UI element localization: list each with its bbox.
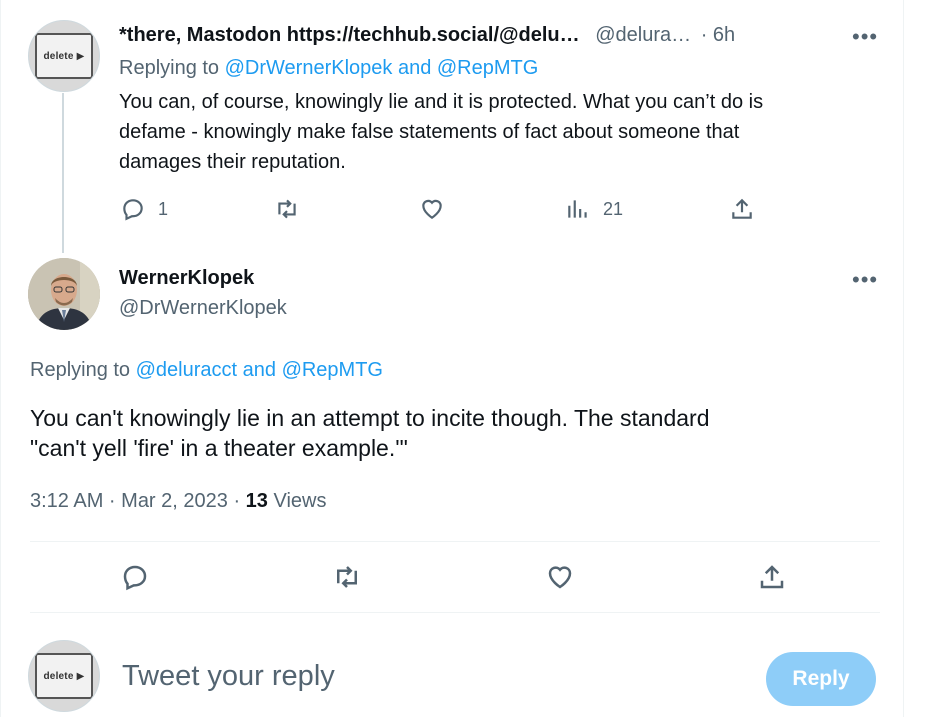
retweet-action-button[interactable]: [332, 562, 362, 592]
like-action-button[interactable]: [545, 562, 575, 592]
more-options-icon[interactable]: •••: [852, 269, 878, 291]
share-icon: [760, 565, 784, 589]
divider: [30, 541, 880, 542]
reply-action-button[interactable]: 1: [120, 196, 168, 222]
tweet-author-name: WernerKlopek: [119, 267, 254, 290]
profile-photo: [28, 258, 100, 330]
tweet-text-line: defame - knowingly make false statements…: [119, 121, 740, 143]
display-name[interactable]: WernerKlopek: [119, 267, 254, 289]
views-action-button[interactable]: 21: [565, 196, 623, 222]
heart-icon: [548, 566, 572, 589]
views-count: 21: [603, 198, 624, 219]
heart-icon: [422, 199, 442, 219]
views-label[interactable]: Views: [268, 490, 326, 512]
reply-count: 1: [158, 198, 169, 219]
more-options-icon[interactable]: •••: [852, 26, 878, 48]
reply-button[interactable]: Reply: [766, 652, 876, 706]
tweet-text-line: You can, of course, knowingly lie and it…: [119, 91, 764, 113]
replying-to: Replying to @deluracct and @RepMTG: [30, 359, 383, 382]
tweet-timestamp[interactable]: 3:12 AM · Mar 2, 2023 ·: [30, 490, 246, 512]
replying-to-link[interactable]: @DrWernerKlopek and @RepMTG: [225, 57, 539, 79]
tweet-metadata: 3:12 AM · Mar 2, 2023 · 13 Views: [30, 490, 326, 513]
reply-icon: [123, 199, 143, 221]
replying-prefix: Replying to: [119, 57, 220, 79]
tweet-text-line: "can't yell 'fire' in a theater example.…: [30, 435, 408, 461]
tweet-text: You can, of course, knowingly lie and it…: [119, 87, 763, 177]
delete-key-image: delete ▶: [35, 33, 93, 79]
divider: [30, 612, 880, 613]
analytics-icon: [568, 200, 587, 218]
like-action-button[interactable]: [419, 196, 445, 222]
thread-connector-line: [62, 93, 64, 253]
display-name[interactable]: *there, Mastodon https://techhub.social/…: [119, 24, 580, 46]
retweet-icon: [278, 199, 296, 219]
tweet-text-line: damages their reputation.: [119, 151, 346, 173]
tweet-text-line: You can't knowingly lie in an attempt to…: [30, 405, 710, 431]
avatar-label: delete: [43, 670, 74, 682]
tweet-header: *there, Mastodon https://techhub.social/…: [119, 24, 735, 47]
reply-action-button[interactable]: [120, 562, 150, 592]
reply-icon: [123, 565, 147, 591]
user-handle[interactable]: @DrWernerKlopek: [119, 297, 287, 320]
share-action-button[interactable]: [757, 562, 787, 592]
reply-input[interactable]: Tweet your reply: [122, 660, 335, 693]
share-icon: [732, 198, 752, 219]
composer-avatar[interactable]: delete ▶: [28, 640, 100, 712]
retweet-icon: [337, 566, 357, 588]
avatar-label: delete: [43, 50, 74, 62]
replying-to: Replying to @DrWernerKlopek and @RepMTG: [119, 57, 538, 80]
user-handle[interactable]: @delura…: [595, 24, 691, 46]
share-action-button[interactable]: [729, 196, 755, 222]
views-count: 13: [245, 490, 268, 512]
replying-prefix: Replying to: [30, 359, 131, 381]
replying-to-link[interactable]: @deluracct and @RepMTG: [136, 359, 383, 381]
delete-key-image: delete ▶: [35, 653, 93, 699]
retweet-action-button[interactable]: [274, 196, 300, 222]
tweet-time[interactable]: · 6h: [701, 24, 735, 46]
user-avatar[interactable]: [28, 258, 100, 330]
tweet-text: You can't knowingly lie in an attempt to…: [30, 403, 710, 463]
user-avatar[interactable]: delete ▶: [28, 20, 100, 92]
